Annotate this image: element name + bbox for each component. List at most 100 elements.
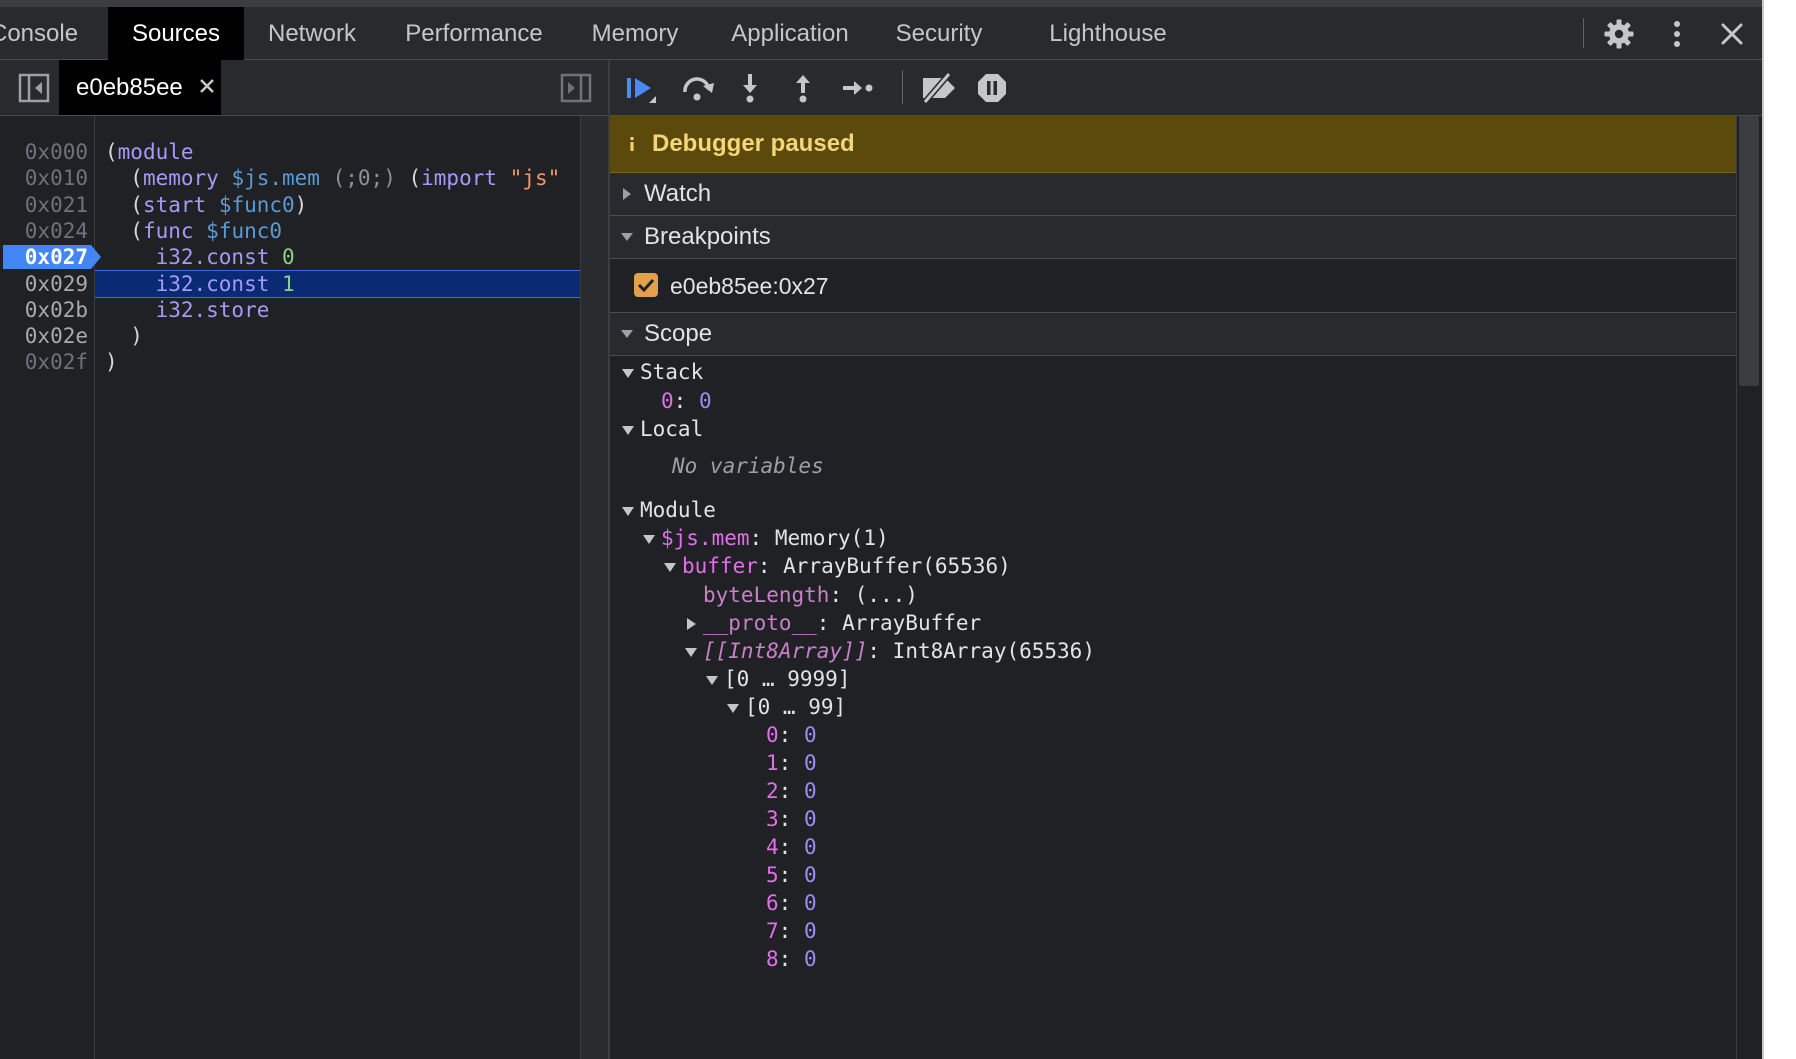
sidebar-scrollbar[interactable] — [1736, 116, 1762, 1059]
settings-gear-icon[interactable] — [1601, 16, 1637, 52]
scope-value: 0 — [698, 389, 712, 413]
code-token: ) — [294, 193, 308, 217]
chevron-down-icon[interactable] — [727, 702, 739, 714]
chevron-down-icon[interactable] — [622, 424, 634, 436]
line-address[interactable]: 0x021 — [0, 192, 88, 218]
line-address[interactable]: 0x010 — [0, 165, 88, 191]
scope-separator: : — [749, 526, 775, 550]
scope-key: byteLength — [703, 583, 830, 607]
scope-separator: : — [778, 751, 804, 775]
debugger-sidebar: Debugger paused Watch Breakpoints e0eb85… — [610, 60, 1762, 1059]
scope-tree-item[interactable]: Local — [622, 414, 703, 444]
section-watch-label: Watch — [644, 180, 712, 207]
main-tab-bar: Console Sources Network Performance Memo… — [0, 0, 1762, 60]
code-line[interactable]: (module — [105, 139, 194, 165]
editor-file-tab[interactable]: e0eb85ee — [59, 60, 221, 115]
breakpoint-checkbox[interactable] — [634, 273, 658, 297]
chevron-down-icon[interactable] — [664, 561, 676, 573]
code-line[interactable]: i32.store — [105, 297, 270, 323]
deactivate-breakpoints-icon[interactable] — [918, 72, 960, 104]
scope-value: 0 — [803, 807, 817, 831]
tab-application[interactable]: Application — [702, 7, 878, 60]
toggle-navigator-icon[interactable] — [18, 73, 50, 103]
scrollbar-thumb[interactable] — [1739, 116, 1759, 386]
info-icon — [620, 132, 644, 156]
chevron-down-icon[interactable] — [706, 674, 718, 686]
chevron-down-icon[interactable] — [622, 505, 634, 517]
step-out-icon[interactable] — [785, 72, 821, 104]
code-token: i32.store — [155, 298, 270, 322]
tab-memory[interactable]: Memory — [568, 7, 702, 60]
scope-separator: : — [778, 835, 804, 859]
chevron-down-icon[interactable] — [643, 533, 655, 545]
scope-key: __proto__ — [703, 611, 817, 635]
line-address[interactable]: 0x02b — [0, 297, 88, 323]
tab-console[interactable]: Console — [0, 7, 98, 60]
scope-tree-item[interactable]: [0 … 99] — [727, 692, 846, 722]
scope-empty-note: No variables — [672, 451, 824, 481]
breakpoint-entry[interactable]: e0eb85ee:0x27 — [610, 260, 1736, 312]
scope-tree-item[interactable]: [0 … 9999] — [706, 664, 850, 694]
scope-value: 0 — [803, 751, 817, 775]
scope-value: 0 — [803, 779, 817, 803]
scope-tree-item[interactable]: [[Int8Array]]: Int8Array(65536) — [685, 636, 1095, 666]
step-into-icon[interactable] — [732, 72, 768, 104]
section-scope[interactable]: Scope — [610, 313, 1736, 356]
scope-value: ArrayBuffer — [842, 611, 982, 635]
tab-performance[interactable]: Performance — [380, 7, 568, 60]
editor-tab-strip: e0eb85ee — [0, 60, 608, 116]
scope-key: [0 … 99] — [745, 695, 847, 719]
scope-key: 5 — [766, 863, 779, 887]
code-area[interactable]: (module (memory $js.mem (;0;) (import "j… — [95, 116, 580, 1059]
line-gutter[interactable]: 0x000 0x010 0x021 0x024 0x027 0x029 0x02b 0x02e… — [0, 116, 101, 1059]
scope-tree-item[interactable]: __proto__: ArrayBuffer — [685, 608, 981, 638]
code-token: import — [421, 166, 497, 190]
tab-lighthouse[interactable]: Lighthouse — [1030, 7, 1186, 60]
section-watch[interactable]: Watch — [610, 173, 1736, 216]
scope-tree-item[interactable]: $js.mem: Memory(1) — [643, 523, 889, 553]
chevron-right-icon[interactable] — [685, 618, 697, 630]
code-token: ( — [105, 219, 143, 243]
code-line[interactable]: ) — [105, 323, 143, 349]
tab-network[interactable]: Network — [244, 7, 380, 60]
code-token: "js" — [509, 166, 561, 190]
scope-separator: : — [778, 807, 804, 831]
line-address[interactable]: 0x02f — [0, 349, 88, 375]
toggle-debugger-sidebar-icon[interactable] — [560, 73, 592, 103]
tab-sources[interactable]: Sources — [108, 7, 244, 60]
code-line[interactable]: (memory $js.mem (;0;) (import "js" — [105, 165, 560, 191]
more-options-icon[interactable] — [1662, 16, 1692, 52]
section-breakpoints[interactable]: Breakpoints — [610, 216, 1736, 259]
code-line[interactable]: i32.const 1 — [105, 271, 295, 297]
code-line[interactable]: i32.const 0 — [105, 244, 295, 270]
chevron-down-icon[interactable] — [622, 367, 634, 379]
pause-on-exceptions-icon[interactable] — [974, 72, 1010, 104]
code-token: ) — [105, 324, 143, 348]
line-address[interactable]: 0x027 — [0, 244, 88, 270]
code-token: 0 — [282, 245, 295, 269]
step-over-icon[interactable] — [680, 72, 716, 104]
editor-scrollbar[interactable] — [580, 116, 608, 1059]
chevron-down-icon[interactable] — [685, 646, 697, 658]
step-icon[interactable] — [840, 72, 876, 104]
scope-tree-item[interactable]: buffer: ArrayBuffer(65536) — [664, 551, 1011, 581]
code-line[interactable]: (start $func0) — [105, 192, 307, 218]
resume-icon[interactable] — [624, 72, 660, 104]
code-line[interactable]: (func $func0 — [105, 218, 282, 244]
close-devtools-icon[interactable] — [1716, 18, 1748, 50]
tab-security[interactable]: Security — [878, 7, 1000, 60]
line-address[interactable]: 0x02e — [0, 323, 88, 349]
scope-key: 6 — [766, 891, 779, 915]
line-address[interactable]: 0x024 — [0, 218, 88, 244]
scope-tree-item: 4: 0 — [766, 832, 817, 862]
scope-tree-item[interactable]: Module — [622, 495, 716, 525]
close-icon[interactable] — [195, 74, 219, 98]
line-address[interactable]: 0x000 — [0, 139, 88, 165]
line-address[interactable]: 0x029 — [0, 271, 88, 297]
code-line[interactable]: ) — [105, 349, 118, 375]
scope-tree-item[interactable]: Stack — [622, 357, 703, 387]
